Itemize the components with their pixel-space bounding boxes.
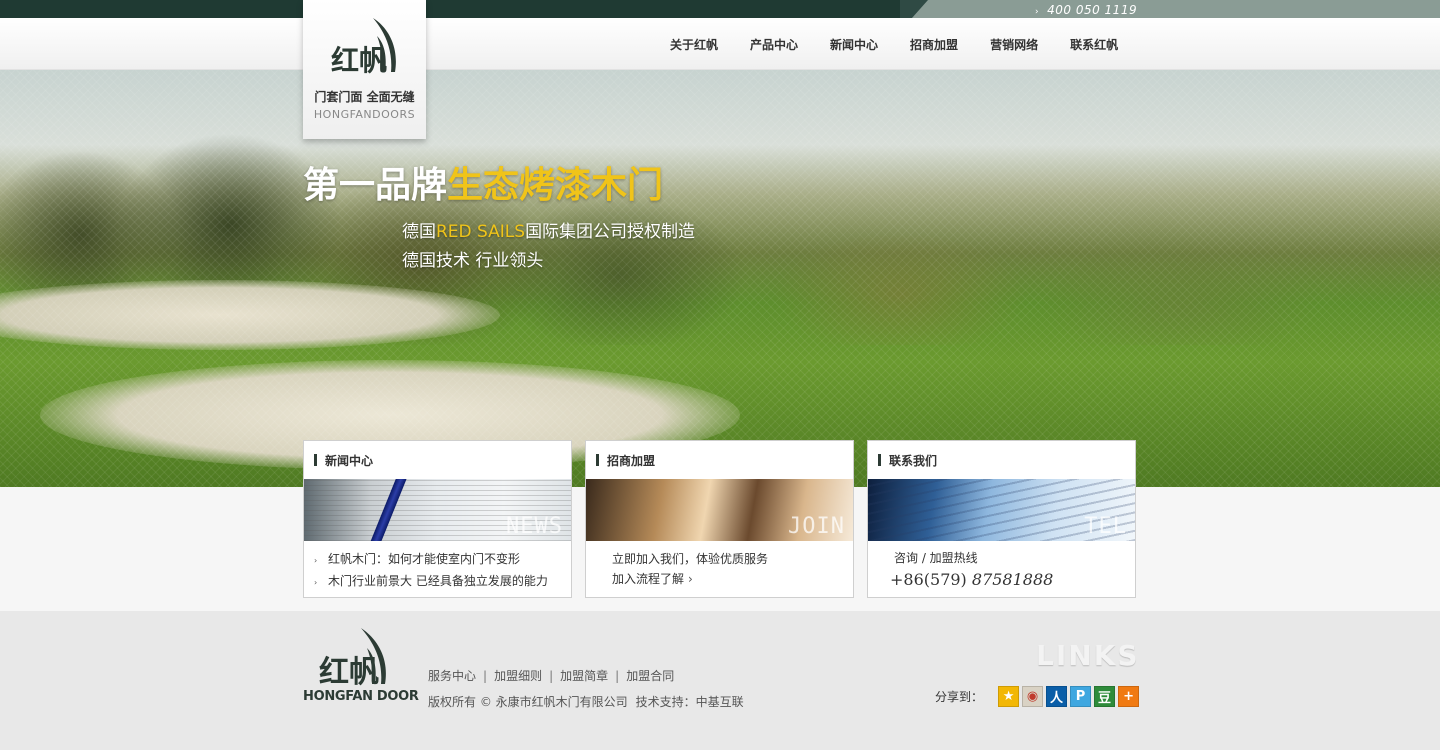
footer-link-brochure[interactable]: 加盟简章: [560, 669, 608, 683]
card-title[interactable]: 新闻中心: [325, 452, 373, 469]
weibo-icon[interactable]: ◉: [1022, 686, 1044, 707]
sail-logo-icon: 红帆: [331, 18, 396, 76]
card-body: 立即加入我们，体验优质服务 加入流程了解 ›: [586, 541, 853, 589]
hotline-number: 400 050 1119: [1047, 3, 1138, 17]
card-body: › 红帆木门：如何才能使室内门不变形 › 木门行业前景大 已经具备独立发展的能力: [304, 541, 571, 593]
chevron-right-icon: ›: [314, 556, 318, 565]
card-header: 新闻中心: [304, 441, 571, 479]
banner-title: 第一品牌生态烤漆木门: [303, 156, 663, 208]
card-title[interactable]: 招商加盟: [607, 452, 655, 469]
news-image[interactable]: NEWS: [304, 479, 571, 541]
hero-banner: [0, 70, 1440, 487]
join-process-link[interactable]: 加入流程了解 ›: [596, 569, 853, 589]
chevron-right-icon: ›: [1035, 7, 1040, 17]
footer-links: 服务中心 | 加盟细则 | 加盟简章 | 加盟合同: [428, 667, 674, 684]
hotline-digits: 87581888: [971, 570, 1054, 589]
banner-subtitle-line2: 德国技术 行业领头: [402, 251, 544, 271]
footer-logo-english: HONGFAN DOOR: [303, 689, 419, 704]
banner-subtitle-line1: 德国RED SAILS国际集团公司授权制造: [402, 218, 695, 247]
links-title: LINKS: [1036, 639, 1140, 672]
nav-item-news[interactable]: 新闻中心: [830, 36, 878, 53]
join-process-label[interactable]: 加入流程了解: [612, 572, 684, 586]
divider: |: [483, 669, 488, 683]
join-text: 立即加入我们，体验优质服务: [612, 552, 769, 566]
kaixin-icon[interactable]: P: [1070, 686, 1092, 707]
hotline-number: +86(579) 87581888: [878, 567, 1135, 593]
card-marker: [878, 454, 881, 466]
card-watermark: NEWS: [506, 514, 563, 539]
nav-item-franchise[interactable]: 招商加盟: [910, 36, 958, 53]
logo-brand: 红帆: [331, 44, 387, 76]
join-card: 招商加盟 JOIN 立即加入我们，体验优质服务 加入流程了解 ›: [585, 440, 854, 598]
main-nav: 关于红帆 产品中心 新闻中心 招商加盟 营销网络 联系红帆: [654, 18, 1134, 70]
nav-item-products[interactable]: 产品中心: [750, 36, 798, 53]
nav-item-about[interactable]: 关于红帆: [670, 36, 718, 53]
card-watermark: JOIN: [788, 514, 845, 539]
logo-slogan: 门套门面 全面无缝: [314, 90, 415, 104]
card-watermark: TEL: [1084, 514, 1127, 539]
chevron-right-icon: ›: [688, 572, 693, 586]
news-link[interactable]: 木门行业前景大 已经具备独立发展的能力: [328, 574, 548, 588]
banner-sub-highlight: RED SAILS: [436, 222, 526, 242]
hotline-phone: › 400 050 1119: [1035, 3, 1137, 17]
join-image[interactable]: JOIN: [586, 479, 853, 541]
card-header: 联系我们: [868, 441, 1135, 479]
footer: [0, 611, 1440, 750]
card-header: 招商加盟: [586, 441, 853, 479]
footer-link-rules[interactable]: 加盟细则: [494, 669, 542, 683]
hotline-prefix: +86(579): [890, 570, 967, 589]
banner-title-highlight: 生态烤漆木门: [447, 164, 664, 206]
card-marker: [596, 454, 599, 466]
footer-link-contract[interactable]: 加盟合同: [626, 669, 674, 683]
nav-item-network[interactable]: 营销网络: [990, 36, 1038, 53]
tech-support: 技术支持：中基互联: [635, 695, 744, 709]
card-body: 咨询 / 加盟热线 +86(579) 87581888: [868, 541, 1135, 593]
banner-sub-text: 德国: [402, 222, 436, 242]
contact-card: 联系我们 TEL 咨询 / 加盟热线 +86(579) 87581888: [867, 440, 1136, 598]
nav-item-contact[interactable]: 联系红帆: [1070, 36, 1118, 53]
qzone-icon[interactable]: ★: [998, 686, 1020, 707]
card-title[interactable]: 联系我们: [889, 452, 937, 469]
share-bar: 分享到： ★ ◉ 人 P 豆 +: [935, 686, 1140, 707]
banner-title-part1: 第一品牌: [303, 164, 448, 206]
share-label: 分享到：: [935, 690, 984, 704]
copyright-text: 版权所有 © 永康市红帆木门有限公司: [428, 695, 628, 709]
douban-icon[interactable]: 豆: [1094, 686, 1116, 707]
list-item[interactable]: › 红帆木门：如何才能使室内门不变形: [314, 549, 571, 571]
banner-sub-text: 国际集团公司授权制造: [525, 222, 696, 242]
news-link[interactable]: 红帆木门：如何才能使室内门不变形: [328, 552, 520, 566]
divider: |: [549, 669, 554, 683]
tel-image[interactable]: TEL: [868, 479, 1135, 541]
list-item[interactable]: › 木门行业前景大 已经具备独立发展的能力: [314, 571, 571, 593]
divider: |: [615, 669, 620, 683]
hotline-label: 咨询 / 加盟热线: [894, 551, 978, 565]
logo-english: HONGFANDOORS: [313, 108, 416, 121]
copyright: 版权所有 © 永康市红帆木门有限公司 技术支持：中基互联: [428, 693, 744, 710]
card-marker: [314, 454, 317, 466]
renren-icon[interactable]: 人: [1046, 686, 1068, 707]
banner-subtitle: 德国RED SAILS国际集团公司授权制造 德国技术 行业领头: [402, 218, 695, 276]
news-card: 新闻中心 NEWS › 红帆木门：如何才能使室内门不变形 › 木门行业前景大 已经具…: [303, 440, 572, 598]
footer-link-service[interactable]: 服务中心: [428, 669, 476, 683]
footer-logo-brand: 红帆: [319, 655, 379, 690]
banner-pattern: [0, 70, 1440, 487]
chevron-right-icon: ›: [314, 578, 318, 587]
logo[interactable]: 红帆 门套门面 全面无缝 HONGFANDOORS: [303, 0, 426, 139]
more-share-icon[interactable]: +: [1118, 686, 1140, 707]
